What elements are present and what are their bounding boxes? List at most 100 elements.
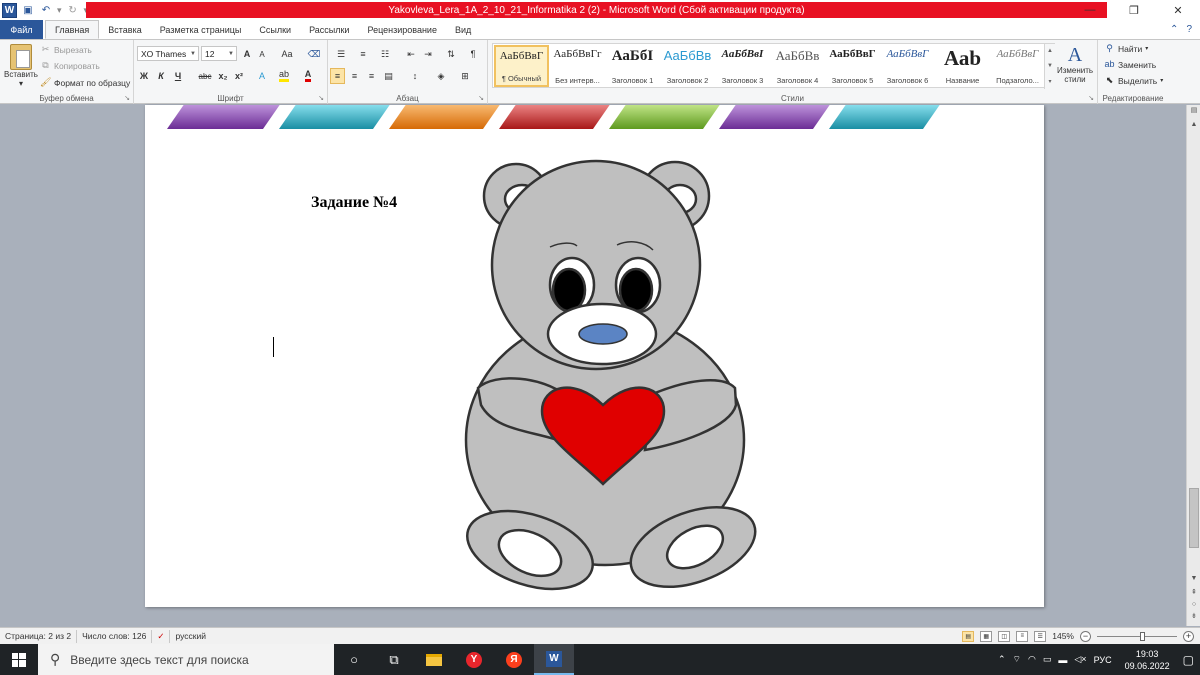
strikethrough-button[interactable]: abc — [195, 68, 215, 84]
input-language[interactable]: РУС — [1094, 655, 1112, 665]
redo-icon[interactable]: ↻ — [66, 3, 80, 17]
word-app-icon[interactable]: W — [2, 2, 17, 18]
style-heading-3[interactable]: АаБбВвІ Заголовок 3 — [715, 45, 770, 87]
tab-page-layout[interactable]: Разметка страницы — [151, 20, 251, 39]
undo-icon[interactable]: ↶ — [39, 3, 53, 17]
align-right-icon[interactable]: ≡ — [364, 68, 379, 84]
cut-button[interactable]: ✂ Вырезать — [40, 44, 92, 55]
bold-button[interactable]: Ж — [137, 68, 151, 84]
grow-font-button[interactable]: A — [240, 46, 254, 62]
zoom-slider[interactable] — [1097, 631, 1177, 642]
taskbar-search[interactable]: ⚲ Введите здесь текст для поиска — [38, 644, 334, 675]
restore-button[interactable]: ❐ — [1112, 0, 1156, 20]
show-hidden-icons-icon[interactable]: ⌃ — [998, 654, 1006, 665]
windows-start-button[interactable] — [0, 644, 38, 675]
shrink-font-button[interactable]: A — [255, 46, 269, 62]
page-count[interactable]: Страница: 2 из 2 — [0, 629, 78, 643]
borders-icon[interactable]: ⊞ — [456, 68, 474, 84]
minimize-ribbon-icon[interactable]: ⌃ — [1170, 24, 1178, 35]
network-icon[interactable]: ⌔ — [1013, 654, 1021, 665]
style-no-spacing[interactable]: АаБбВвГг Без интерв... — [550, 45, 605, 87]
zoom-slider-knob[interactable] — [1139, 631, 1145, 641]
volume-icon[interactable]: ◁× — [1074, 654, 1086, 665]
style-heading-6[interactable]: АаБбВвГ Заголовок 6 — [880, 45, 935, 87]
zoom-in-button[interactable]: + — [1183, 630, 1194, 642]
show-marks-button[interactable]: ¶ — [466, 46, 480, 62]
sort-icon[interactable]: ⇅ — [444, 46, 458, 62]
style-heading-1[interactable]: АаБбІ Заголовок 1 — [605, 45, 660, 87]
help-icon[interactable]: ? — [1186, 24, 1192, 35]
scroll-up-icon[interactable]: ▲ — [1187, 119, 1200, 131]
vertical-scrollbar[interactable]: ▤ ▲ ▼ ⇞ ○ ⇟ — [1186, 105, 1200, 626]
clear-formatting-icon[interactable]: ⌫ — [306, 46, 322, 62]
bullets-icon[interactable]: ☰ — [332, 46, 350, 62]
yandex-icon[interactable]: Я — [494, 644, 534, 675]
underline-button[interactable]: Ч — [171, 68, 185, 84]
minimize-button[interactable]: — — [1068, 0, 1112, 20]
zoom-level[interactable]: 145% — [1052, 631, 1074, 641]
previous-page-icon[interactable]: ⇞ — [1187, 587, 1200, 599]
tab-file[interactable]: Файл — [0, 20, 43, 39]
font-name-combo[interactable]: XO Thames ▼ — [137, 46, 199, 61]
draft-view-icon[interactable]: ☰ — [1034, 630, 1047, 642]
superscript-button[interactable]: x² — [232, 68, 246, 84]
tab-references[interactable]: Ссылки — [250, 20, 300, 39]
style-heading-2[interactable]: АаБбВв Заголовок 2 — [660, 45, 715, 87]
shading-icon[interactable]: ◈ — [432, 68, 450, 84]
next-page-icon[interactable]: ⇟ — [1187, 611, 1200, 623]
scroll-thumb[interactable] — [1189, 488, 1199, 548]
italic-button[interactable]: К — [154, 68, 168, 84]
increase-indent-icon[interactable]: ⇥ — [421, 46, 435, 62]
style-heading-5[interactable]: АаБбВвГ Заголовок 5 — [825, 45, 880, 87]
save-icon[interactable]: ▣ — [21, 3, 35, 17]
replace-button[interactable]: ab Заменить — [1104, 59, 1156, 70]
style-normal[interactable]: АаБбВвГ ¶ Обычный — [494, 45, 549, 87]
tab-home[interactable]: Главная — [45, 20, 100, 39]
word-count[interactable]: Число слов: 126 — [77, 629, 153, 643]
scroll-down-icon[interactable]: ▼ — [1187, 573, 1200, 585]
decrease-indent-icon[interactable]: ⇤ — [404, 46, 418, 62]
chevron-down-icon[interactable]: ▼ — [1047, 63, 1053, 69]
styles-scroll[interactable]: ▲ ▼ ▾ — [1044, 44, 1055, 89]
style-title[interactable]: Ааb Название — [935, 45, 990, 87]
undo-dropdown-icon[interactable]: ▾ — [57, 5, 62, 16]
paste-dropdown-icon[interactable]: ▾ — [19, 79, 23, 88]
tab-insert[interactable]: Вставка — [99, 20, 150, 39]
format-painter-button[interactable]: 🖌 Формат по образцу — [40, 77, 130, 88]
change-styles-button[interactable]: A Изменить стили — [1056, 44, 1094, 84]
cortana-icon[interactable]: ○ — [334, 644, 374, 675]
notifications-icon[interactable]: ▢ — [1183, 653, 1194, 667]
proofing-status[interactable]: ✓ — [152, 629, 171, 643]
chevron-up-icon[interactable]: ▲ — [1047, 48, 1053, 54]
paste-button[interactable]: Вставить ▾ — [4, 44, 38, 88]
paragraph-launcher-icon[interactable]: ↘ — [478, 94, 484, 102]
clipboard-launcher-icon[interactable]: ↘ — [124, 94, 130, 102]
file-explorer-icon[interactable] — [414, 644, 454, 675]
copy-button[interactable]: ⧉ Копировать — [40, 60, 100, 71]
justify-icon[interactable]: ▤ — [381, 68, 396, 84]
find-button[interactable]: ⚲ Найти ▾ — [1104, 43, 1148, 54]
close-button[interactable]: ✕ — [1156, 0, 1200, 20]
font-launcher-icon[interactable]: ↘ — [318, 94, 324, 102]
document-page[interactable]: Задание №4 — [145, 105, 1044, 607]
display-icon[interactable]: ▭ — [1043, 654, 1052, 665]
tab-view[interactable]: Вид — [446, 20, 480, 39]
text-effects-icon[interactable]: A — [254, 68, 270, 84]
ruler-toggle-icon[interactable]: ▤ — [1187, 105, 1200, 117]
zoom-out-button[interactable]: − — [1080, 630, 1091, 642]
tab-mailings[interactable]: Рассылки — [300, 20, 358, 39]
font-size-combo[interactable]: 12 ▼ — [201, 46, 237, 61]
numbering-icon[interactable]: ≡ — [354, 46, 372, 62]
highlight-icon[interactable]: ab — [276, 68, 292, 84]
web-layout-view-icon[interactable]: ◫ — [998, 630, 1011, 642]
print-layout-view-icon[interactable]: ▤ — [962, 630, 975, 642]
outline-view-icon[interactable]: ≡ — [1016, 630, 1029, 642]
yandex-browser-icon[interactable]: Y — [454, 644, 494, 675]
tab-review[interactable]: Рецензирование — [358, 20, 446, 39]
battery-icon[interactable]: ▬ — [1058, 655, 1067, 665]
align-left-icon[interactable]: ≡ — [330, 68, 345, 84]
task-view-icon[interactable]: ⧉ — [374, 644, 414, 675]
language-indicator[interactable]: русский — [170, 630, 211, 643]
change-case-button[interactable]: Aa — [277, 46, 297, 62]
system-clock[interactable]: 19:03 09.06.2022 — [1119, 648, 1176, 672]
